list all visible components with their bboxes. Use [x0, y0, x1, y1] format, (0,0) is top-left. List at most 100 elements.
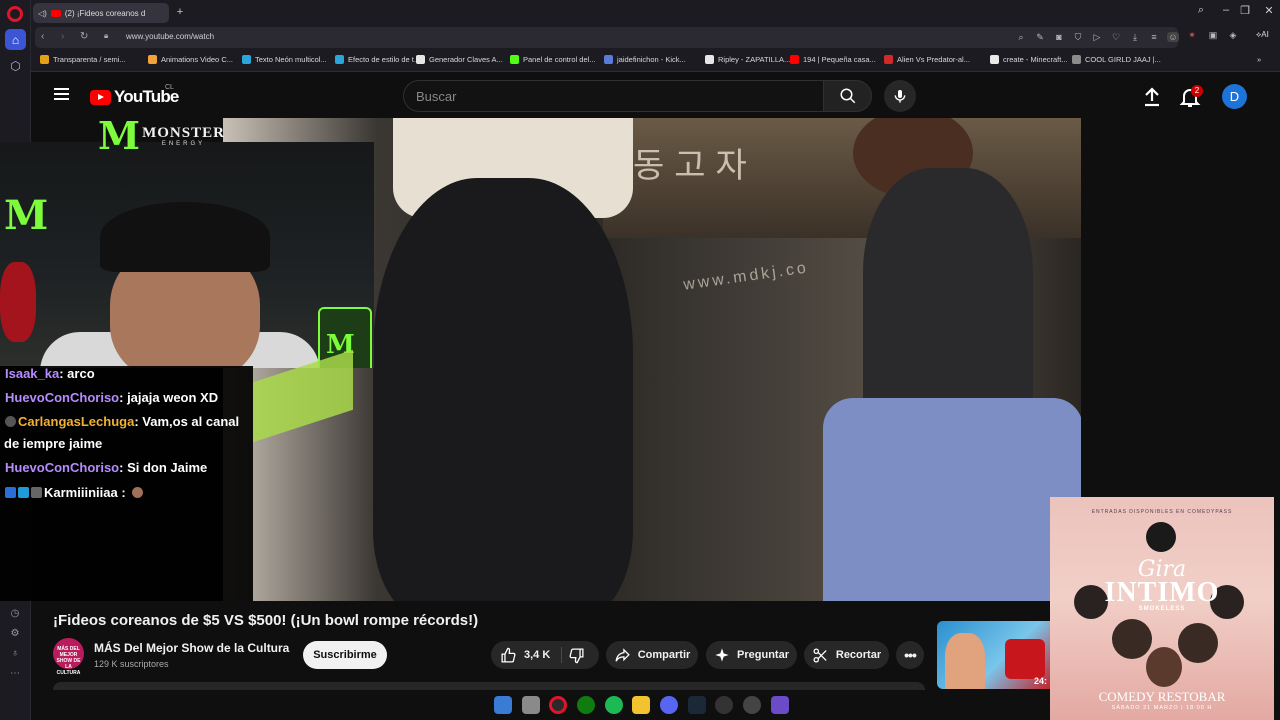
poster-top-text: ENTRADAS DISPONIBLES EN COMEDYPASS — [1091, 509, 1233, 515]
app-icon[interactable] — [743, 696, 761, 714]
streamer-facecam: M M — [0, 142, 374, 368]
ask-button[interactable]: Preguntar — [706, 641, 797, 669]
bookmark-item[interactable]: Transparenta / semi... — [40, 55, 126, 64]
bookmark-item[interactable]: COOL GIRLD JAAJ |... — [1072, 55, 1161, 64]
ai-button[interactable]: ⟡AI — [1256, 30, 1269, 40]
wallet-icon[interactable]: ▣ — [1207, 30, 1219, 41]
minimize-button[interactable]: – — [1218, 4, 1234, 16]
menu-icon[interactable]: ≡ — [1148, 32, 1160, 42]
xbox-icon[interactable] — [577, 696, 595, 714]
reload-icon[interactable]: ↻ — [80, 31, 88, 42]
search-input[interactable] — [416, 81, 823, 111]
speaker-icon[interactable]: ◁) — [38, 9, 47, 18]
channel-avatar[interactable]: MÁS DEL MEJOR SHOW DE LA CULTURA — [53, 638, 84, 676]
video-duration: 24: — [1034, 676, 1048, 686]
tab-youtube[interactable]: ◁) (2) ¡Fideos coreanos d — [33, 3, 169, 23]
steam-icon[interactable] — [688, 696, 706, 714]
bookmark-item[interactable]: jaidefinichon - Kick... — [604, 55, 686, 64]
camera-icon[interactable]: ◙ — [1053, 32, 1065, 42]
extension-icon[interactable]: ✶ — [1186, 30, 1198, 41]
pin-icon[interactable]: ⬡ — [5, 55, 26, 76]
bookmark-label: Ripley - ZAPATILLA... — [718, 55, 791, 64]
chat-badge-icon — [5, 487, 16, 498]
chat-badge-icon — [31, 487, 42, 498]
bookmark-item[interactable]: Animations Video C... — [148, 55, 233, 64]
bookmark-favicon-icon — [705, 55, 714, 64]
bookmark-favicon-icon — [884, 55, 893, 64]
bookmark-item[interactable]: Generador Claves A... — [416, 55, 503, 64]
new-tab-button[interactable]: + — [173, 5, 187, 19]
play-icon[interactable]: ▷ — [1091, 32, 1103, 43]
app-icon[interactable] — [771, 696, 789, 714]
forward-icon[interactable]: › — [61, 31, 64, 42]
country-code: CL — [165, 84, 174, 91]
menu-icon[interactable] — [54, 88, 69, 100]
clip-button[interactable]: Recortar — [804, 641, 889, 669]
poster-venue: COMEDY RESTOBAR — [1098, 689, 1226, 704]
search-box — [403, 80, 823, 112]
bookmark-label: Generador Claves A... — [429, 55, 503, 64]
url-text[interactable]: www.youtube.com/watch — [126, 32, 214, 41]
restore-button[interactable]: ❐ — [1237, 4, 1253, 17]
bookmark-item[interactable]: Ripley - ZAPATILLA... — [705, 55, 790, 64]
spotify-icon[interactable] — [605, 696, 623, 714]
task-view-icon[interactable] — [522, 696, 540, 714]
poster-artist: SMOKELESS — [1138, 606, 1186, 612]
bookmark-item[interactable]: Texto Neón multicol... — [242, 55, 327, 64]
chat-message: Isaak_ka: arco — [5, 366, 95, 381]
bookmark-favicon-icon — [242, 55, 251, 64]
obs-icon[interactable] — [715, 696, 733, 714]
cube-icon[interactable]: ◈ — [1227, 30, 1239, 41]
more-bookmarks-icon[interactable]: » — [1257, 55, 1261, 64]
bulb-icon[interactable]: ♁ — [8, 648, 22, 659]
chat-text: : — [117, 485, 126, 500]
chat-text: de iempre jaime — [4, 436, 103, 451]
bookmark-item[interactable]: Panel de control del... — [510, 55, 596, 64]
profile-icon[interactable]: ☺ — [1167, 32, 1179, 42]
history-icon[interactable]: ◷ — [8, 608, 22, 619]
red-plush — [0, 262, 36, 342]
bookmark-item[interactable]: 194 | Pequeña casa... — [790, 55, 876, 64]
back-icon[interactable]: ‹ — [41, 31, 44, 42]
opera-logo-icon[interactable] — [7, 6, 23, 22]
search-tabs-icon[interactable]: ⌕ — [1193, 4, 1209, 17]
bookmark-item[interactable]: Alien Vs Predator-al... — [884, 55, 970, 64]
file-explorer-icon[interactable] — [632, 696, 650, 714]
search-button[interactable] — [823, 80, 872, 112]
bookmark-item[interactable]: create - Minecraft... — [990, 55, 1068, 64]
zoom-icon[interactable]: ⌕ — [1015, 32, 1027, 43]
share-icon — [615, 647, 630, 661]
notification-badge: 2 — [1191, 85, 1203, 97]
chat-message: Karmiiiniiaa : — [5, 485, 145, 500]
subscribe-button[interactable]: Suscribirme — [303, 641, 387, 669]
close-window-button[interactable]: ✕ — [1261, 4, 1277, 17]
channel-name[interactable]: MÁS Del Mejor Show de la Cultura — [94, 641, 289, 655]
download-icon[interactable]: ⤓ — [1129, 32, 1141, 43]
windows-start-icon[interactable] — [494, 696, 512, 714]
home-icon[interactable]: ⌂ — [5, 29, 26, 50]
address-bar[interactable]: ‹ › ↻ 🔒︎ www.youtube.com/watch ⌕ ✎ ◙ ⛉ ▷… — [35, 27, 1179, 48]
shield-icon[interactable]: ⛉ — [1072, 32, 1084, 43]
chat-badge-icon — [5, 416, 16, 427]
bookmark-label: jaidefinichon - Kick... — [617, 55, 686, 64]
voice-search-button[interactable] — [884, 80, 916, 112]
opera-taskbar-icon[interactable] — [549, 696, 567, 714]
microphone-icon — [894, 90, 906, 103]
settings-icon[interactable]: ⚙ — [8, 628, 22, 639]
dislike-button[interactable] — [568, 647, 585, 669]
lock-icon[interactable]: 🔒︎ — [104, 31, 108, 41]
poster-title: INTIMO — [1104, 577, 1220, 608]
share-button[interactable]: Compartir — [606, 641, 698, 669]
account-avatar[interactable]: D — [1222, 84, 1247, 109]
heart-icon[interactable]: ♡ — [1110, 32, 1122, 43]
event-poster[interactable]: ENTRADAS DISPONIBLES EN COMEDYPASS Gira … — [1050, 497, 1274, 720]
discord-icon[interactable] — [660, 696, 678, 714]
edit-icon[interactable]: ✎ — [1034, 32, 1046, 43]
create-button[interactable] — [1140, 85, 1164, 109]
channel-subscribers: 129 K suscriptores — [94, 659, 169, 669]
more-options-icon[interactable]: ⋯ — [8, 668, 22, 679]
more-actions-button[interactable]: ••• — [896, 641, 924, 669]
tab-title: (2) ¡Fideos coreanos d — [64, 8, 146, 18]
bookmark-item[interactable]: Efecto de estilo de t... — [335, 55, 420, 64]
monster-claw-icon: M — [98, 113, 141, 158]
